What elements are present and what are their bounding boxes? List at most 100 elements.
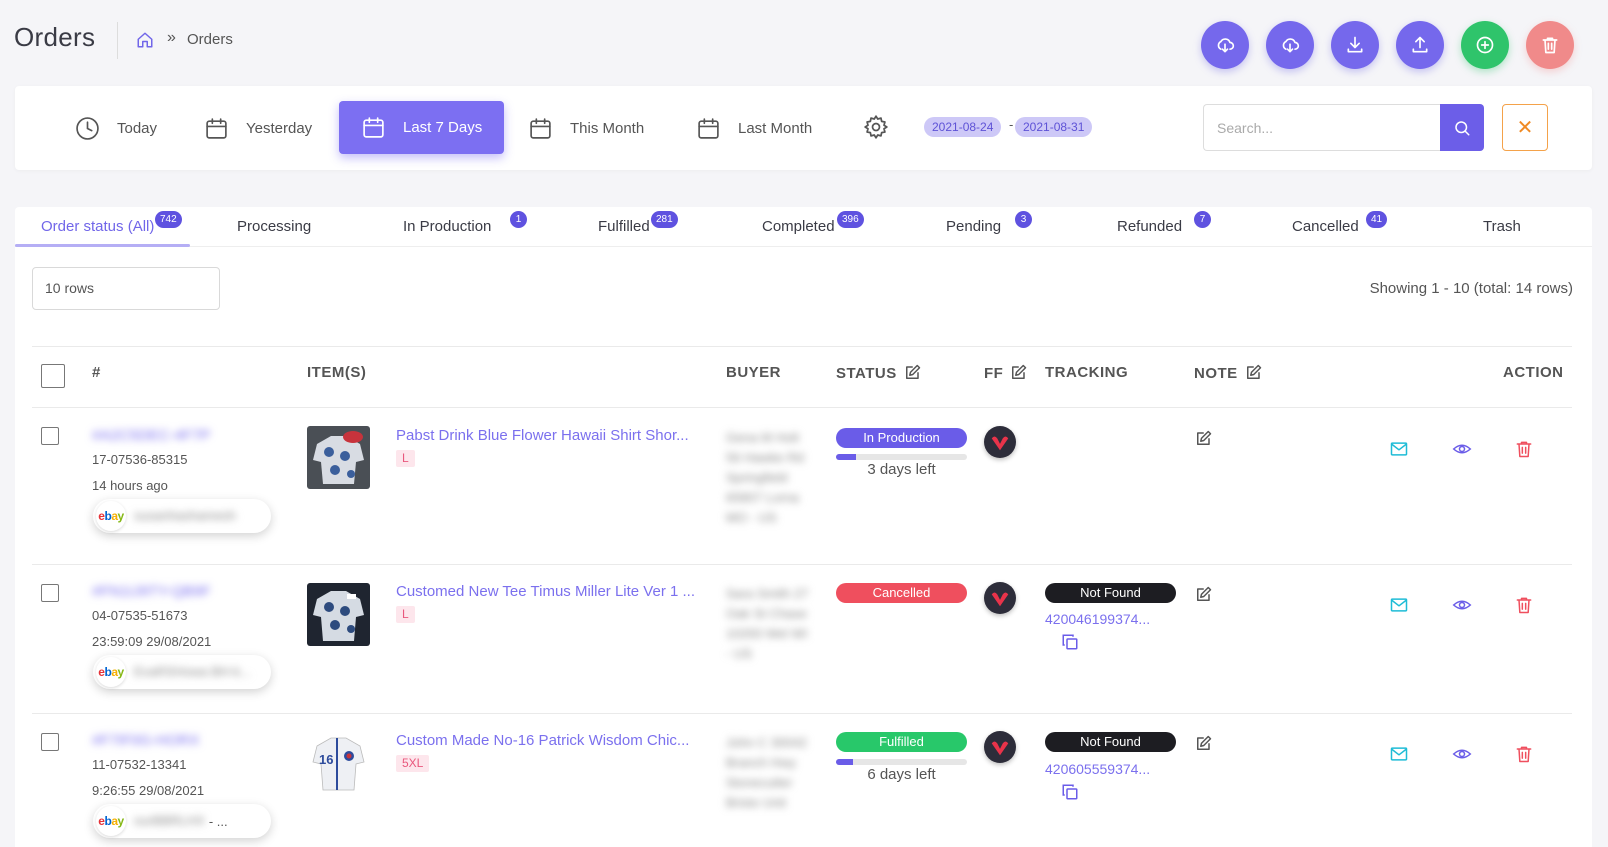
product-thumbnail[interactable]	[307, 426, 370, 489]
pagination-summary: Showing 1 - 10 (total: 14 rows)	[1369, 280, 1573, 297]
copy-icon[interactable]	[1061, 783, 1079, 801]
buyer-info: Sara Smith 27 Oak St Chase 10293 Wel WI …	[726, 586, 809, 661]
column-header-ff[interactable]: FF	[984, 364, 1027, 382]
upload-button[interactable]	[1396, 21, 1444, 69]
breadcrumb-current: Orders	[187, 31, 233, 48]
tabs-divider	[15, 246, 1592, 247]
row-checkbox[interactable]	[41, 584, 59, 602]
size-badge: 5XL	[396, 755, 430, 772]
search-input[interactable]	[1203, 104, 1440, 151]
email-icon[interactable]	[1389, 439, 1409, 459]
filter-last-7-days-label: Last 7 Days	[403, 119, 483, 136]
filter-this-month-label: This Month	[570, 119, 645, 137]
tracking-number-link[interactable]: 420046199374...	[1045, 611, 1150, 627]
tab-completed-label: Completed	[762, 218, 835, 235]
calendar-icon	[698, 117, 719, 139]
store-badge[interactable]: ebay EvaRSHowa BH-k...	[93, 655, 271, 689]
date-to-pill[interactable]: 2021-08-31	[1015, 117, 1093, 137]
home-icon[interactable]	[136, 31, 154, 49]
buyer-info: John C 30042 Branch Hwy Stonecutter Bris…	[726, 735, 807, 810]
tab-refunded[interactable]: Refunded	[1117, 218, 1182, 235]
size-badge: L	[396, 606, 415, 623]
svg-text:16: 16	[319, 752, 333, 767]
fulfillment-provider-icon[interactable]	[984, 582, 1016, 614]
column-header-status[interactable]: STATUS	[836, 364, 921, 382]
tab-trash-label: Trash	[1483, 218, 1521, 235]
plus-circle-icon	[1476, 36, 1494, 54]
production-progress	[836, 759, 967, 765]
row-checkbox[interactable]	[41, 427, 59, 445]
tab-cancelled-count: 41	[1366, 211, 1388, 228]
product-name-link[interactable]: Custom Made No-16 Patrick Wisdom Chic...	[396, 732, 689, 749]
edit-note-icon[interactable]	[1194, 735, 1212, 753]
tracking-number-link[interactable]: 420605559374...	[1045, 761, 1150, 777]
order-id-link[interactable]: #A2C5DEC-4F7P	[92, 427, 210, 444]
cloud-download-button[interactable]	[1201, 21, 1249, 69]
filter-today[interactable]: Today	[75, 86, 157, 170]
download-button[interactable]	[1331, 21, 1379, 69]
rows-per-page-select[interactable]: 10 rows	[32, 267, 220, 310]
delete-icon[interactable]	[1514, 595, 1534, 615]
edit-note-icon[interactable]	[1194, 430, 1212, 448]
email-icon[interactable]	[1389, 744, 1409, 764]
filter-last-7-days[interactable]: Last 7 Days	[339, 101, 505, 154]
row-checkbox[interactable]	[41, 733, 59, 751]
tab-pending[interactable]: Pending	[946, 218, 1001, 235]
column-header-note[interactable]: NOTE	[1194, 364, 1262, 382]
view-icon[interactable]	[1452, 439, 1472, 459]
ebay-logo-icon: ebay	[96, 657, 126, 687]
delete-icon[interactable]	[1514, 439, 1534, 459]
filter-this-month[interactable]: This Month	[528, 86, 644, 170]
select-all-checkbox[interactable]	[41, 364, 65, 388]
add-order-button[interactable]	[1461, 21, 1509, 69]
filter-last-month[interactable]: Last Month	[696, 86, 812, 170]
view-icon[interactable]	[1452, 595, 1472, 615]
delete-button[interactable]	[1526, 21, 1574, 69]
cloud-download-icon	[1217, 38, 1235, 53]
product-name-link[interactable]: Pabst Drink Blue Flower Hawaii Shirt Sho…	[396, 427, 689, 444]
tab-all[interactable]: Order status (All)	[41, 218, 154, 235]
title-divider	[117, 22, 118, 59]
search-button[interactable]	[1440, 104, 1484, 151]
product-thumbnail[interactable]: 16	[307, 732, 370, 795]
filter-last-month-label: Last Month	[738, 119, 813, 137]
view-icon[interactable]	[1452, 744, 1472, 764]
tab-pending-count: 3	[1015, 211, 1032, 228]
edit-note-icon[interactable]	[1194, 586, 1212, 604]
product-name-link[interactable]: Customed New Tee Timus Miller Lite Ver 1…	[396, 583, 695, 600]
tab-trash[interactable]: Trash	[1483, 218, 1521, 235]
tab-in-production-count: 1	[510, 211, 527, 228]
order-id-link[interactable]: #FN1IJ9TY-QB9F	[92, 583, 211, 600]
download-icon	[1347, 36, 1363, 53]
order-code: 11-07532-13341	[92, 757, 187, 772]
upload-icon	[1412, 36, 1428, 53]
column-header-tracking: TRACKING	[1045, 364, 1129, 381]
tab-processing-label: Processing	[237, 218, 312, 235]
store-badge[interactable]: ebay ourBBRLHX - ...	[93, 804, 271, 838]
search-icon	[1455, 120, 1470, 135]
breadcrumb-separator: »	[167, 29, 176, 46]
column-header-note-label: NOTE	[1194, 364, 1238, 382]
clear-filter-button[interactable]: ✕	[1502, 104, 1548, 151]
date-from-pill[interactable]: 2021-08-24	[924, 117, 1002, 137]
filter-yesterday[interactable]: Yesterday	[204, 86, 312, 170]
store-badge[interactable]: ebay susanhashamesh	[93, 499, 271, 533]
order-time: 23:59:09 29/08/2021	[92, 634, 212, 649]
tab-processing[interactable]: Processing	[237, 218, 311, 235]
tab-fulfilled[interactable]: Fulfilled	[598, 218, 650, 235]
gear-icon[interactable]	[863, 114, 889, 140]
copy-icon[interactable]	[1061, 633, 1079, 651]
tab-completed[interactable]: Completed	[762, 218, 835, 235]
email-icon[interactable]	[1389, 595, 1409, 615]
tab-cancelled[interactable]: Cancelled	[1292, 218, 1359, 235]
tab-in-production[interactable]: In Production	[403, 218, 491, 235]
tab-in-production-label: In Production	[403, 218, 492, 235]
fulfillment-provider-icon[interactable]	[984, 731, 1016, 763]
cloud-sync-button[interactable]	[1266, 21, 1314, 69]
order-time: 14 hours ago	[92, 478, 168, 493]
cloud-download-icon	[1282, 38, 1300, 53]
order-id-link[interactable]: #F7IF0G-HORX	[92, 732, 200, 749]
delete-icon[interactable]	[1514, 744, 1534, 764]
fulfillment-provider-icon[interactable]	[984, 426, 1016, 458]
product-thumbnail[interactable]	[307, 583, 370, 646]
